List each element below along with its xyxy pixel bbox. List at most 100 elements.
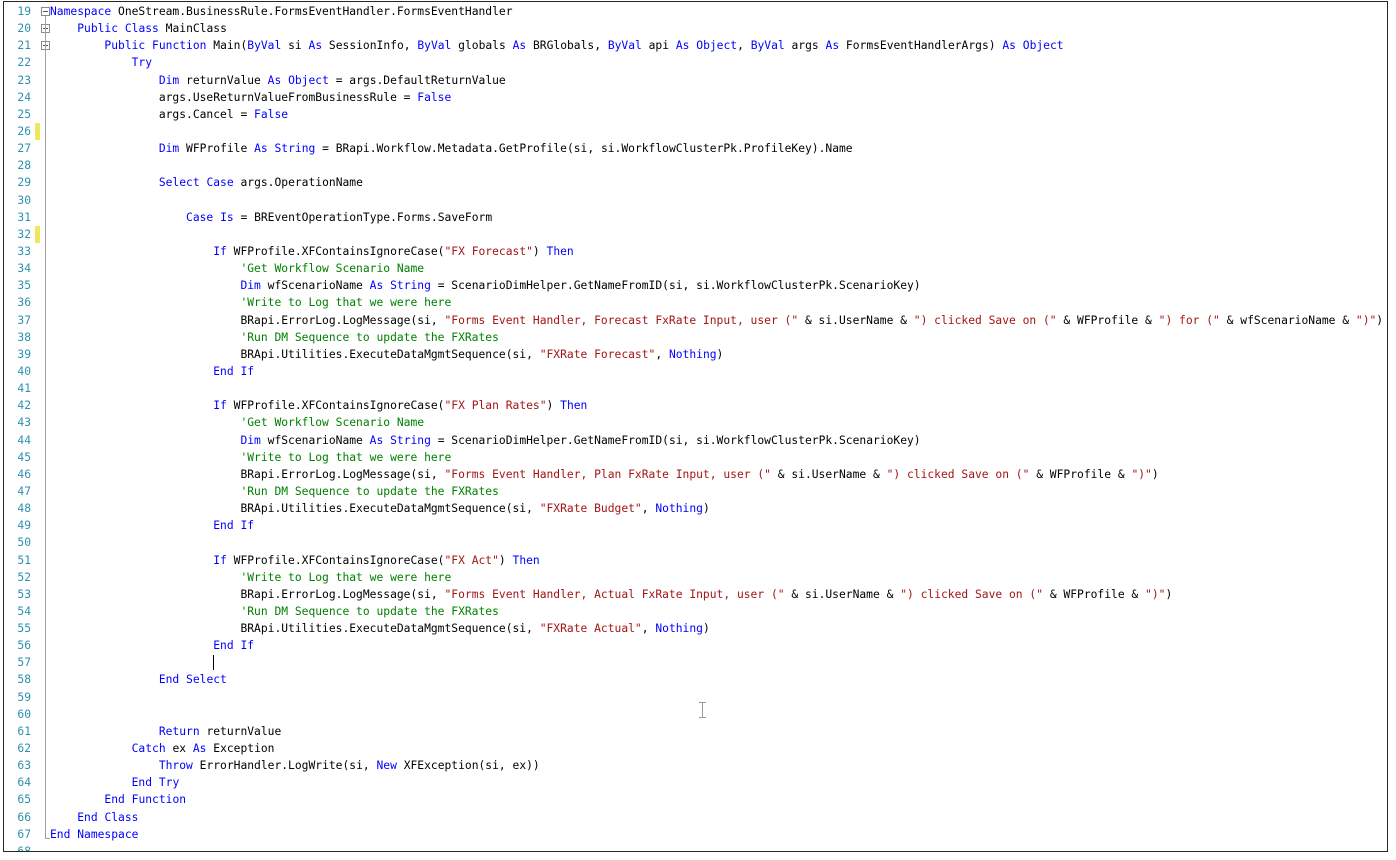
string-token: "FXRate Forecast" (539, 347, 656, 361)
line-number: 20 (17, 22, 31, 36)
code-line[interactable]: 20 Public Class MainClass (4, 20, 1387, 37)
code-line[interactable]: 21 Public Function Main(ByVal si As Sess… (4, 37, 1387, 54)
code-token: , (641, 502, 656, 516)
line-number: 45 (17, 450, 31, 464)
code-line[interactable]: 31 Case Is = BREventOperationType.Forms.… (4, 209, 1387, 226)
code-line[interactable]: 32 (4, 225, 1387, 243)
code-token: BRapi.ErrorLog.LogMessage(si, (240, 587, 445, 601)
line-number: 36 (17, 296, 31, 310)
code-line[interactable]: 33 If WFProfile.XFContainsIgnoreCase("FX… (4, 243, 1387, 260)
code-text: BRapi.ErrorLog.LogMessage(si, "Forms Eve… (50, 466, 1158, 483)
code-lines[interactable]: 19 Namespace OneStream.BusinessRule.Forms… (4, 3, 1387, 851)
code-line[interactable]: 44 Dim wfScenarioName As String = Scenar… (4, 432, 1387, 449)
code-text: 'Get Workflow Scenario Name (50, 260, 424, 277)
keyword-token: Then (546, 244, 574, 258)
code-line[interactable]: 26 (4, 122, 1387, 141)
code-line[interactable]: 42 If WFProfile.XFContainsIgnoreCase("FX… (4, 397, 1387, 414)
code-line[interactable]: 27 Dim WFProfile As String = BRapi.Workf… (4, 140, 1387, 157)
code-line[interactable]: 56 End If (4, 637, 1387, 654)
code-line[interactable]: 34 'Get Workflow Scenario Name (4, 260, 1387, 277)
code-line[interactable]: 23 Dim returnValue As Object = args.Defa… (4, 72, 1387, 89)
code-line[interactable]: 65 End Function (4, 791, 1387, 808)
code-line[interactable]: 40 End If (4, 363, 1387, 380)
code-line[interactable]: 37 BRapi.ErrorLog.LogMessage(si, "Forms … (4, 312, 1387, 329)
code-line[interactable]: 38 'Run DM Sequence to update the FXRate… (4, 329, 1387, 346)
code-text: Throw ErrorHandler.LogWrite(si, New XFEx… (50, 757, 540, 774)
code-text: BRapi.ErrorLog.LogMessage(si, "Forms Eve… (50, 586, 1172, 603)
code-line[interactable]: 25 args.Cancel = False (4, 106, 1387, 123)
code-line[interactable]: 60 (4, 706, 1387, 723)
code-line[interactable]: 43 'Get Workflow Scenario Name (4, 414, 1387, 431)
code-token: = ScenarioDimHelper.GetNameFromID(si, si… (430, 433, 921, 447)
code-line[interactable]: 51 If WFProfile.XFContainsIgnoreCase("FX… (4, 552, 1387, 569)
line-number: 26 (17, 124, 31, 138)
collapse-toggle-icon[interactable] (41, 7, 50, 16)
keyword-token: Catch (131, 742, 166, 756)
keyword-token: Nothing (655, 622, 703, 636)
code-line[interactable]: 24 args.UseReturnValueFromBusinessRule =… (4, 89, 1387, 106)
code-line[interactable]: 57 (4, 654, 1387, 671)
code-line[interactable]: 61 Return returnValue (4, 723, 1387, 740)
code-line[interactable]: 39 BRApi.Utilities.ExecuteDataMgmtSequen… (4, 346, 1387, 363)
code-line[interactable]: 45 'Write to Log that we were here (4, 449, 1387, 466)
line-number: 53 (17, 587, 31, 601)
code-line[interactable]: 54 'Run DM Sequence to update the FXRate… (4, 603, 1387, 620)
line-number: 42 (17, 399, 31, 413)
code-line[interactable]: 22 Try (4, 54, 1387, 71)
code-text: Namespace OneStream.BusinessRule.FormsEv… (50, 3, 513, 20)
code-line[interactable]: 66 End Class (4, 809, 1387, 826)
code-line[interactable]: 47 'Run DM Sequence to update the FXRate… (4, 483, 1387, 500)
keyword-token: Try (131, 56, 153, 70)
code-token: = args.DefaultReturnValue (328, 73, 506, 87)
code-line[interactable]: 41 (4, 380, 1387, 397)
code-line[interactable]: 62 Catch ex As Exception (4, 740, 1387, 757)
code-token: wfScenarioName (260, 433, 370, 447)
code-line[interactable]: 64 End Try (4, 774, 1387, 791)
string-token: "FX Plan Rates" (444, 399, 547, 413)
keyword-token: As (267, 73, 282, 87)
code-line[interactable]: 68 (4, 843, 1387, 851)
code-token: ) (1376, 313, 1384, 327)
keyword-token: If (213, 244, 227, 258)
code-line[interactable]: 53 BRapi.ErrorLog.LogMessage(si, "Forms … (4, 586, 1387, 603)
code-text: End If (50, 363, 254, 380)
code-text: End If (50, 637, 254, 654)
string-token: "FX Act" (444, 553, 499, 567)
keyword-token: As (369, 433, 384, 447)
line-number: 67 (17, 827, 31, 841)
keyword-token: If (240, 364, 255, 378)
keyword-token: As (369, 279, 384, 293)
code-line[interactable]: 50 (4, 534, 1387, 551)
code-line[interactable]: 29 Select Case args.OperationName (4, 174, 1387, 191)
keyword-token: As (308, 39, 323, 53)
code-line[interactable]: 59 (4, 689, 1387, 706)
code-line[interactable]: 19 Namespace OneStream.BusinessRule.Forms… (4, 3, 1387, 20)
code-token: ) (546, 399, 561, 413)
code-line[interactable]: 49 End If (4, 517, 1387, 534)
code-line[interactable]: 46 BRapi.ErrorLog.LogMessage(si, "Forms … (4, 466, 1387, 483)
code-line[interactable]: 28 (4, 157, 1387, 174)
code-line[interactable]: 67 End Namespace (4, 826, 1387, 843)
code-line[interactable]: 36 'Write to Log that we were here (4, 294, 1387, 311)
code-editor[interactable]: 19 Namespace OneStream.BusinessRule.Forms… (3, 1, 1388, 852)
code-line[interactable]: 58 End Select (4, 671, 1387, 688)
code-text: End Try (50, 774, 180, 791)
code-line[interactable]: 63 Throw ErrorHandler.LogWrite(si, New X… (4, 757, 1387, 774)
code-line[interactable]: 48 BRApi.Utilities.ExecuteDataMgmtSequen… (4, 500, 1387, 517)
line-number: 35 (17, 279, 31, 293)
code-line[interactable]: 52 'Write to Log that we were here (4, 569, 1387, 586)
code-token: wfScenarioName (260, 279, 370, 293)
keyword-token: Select (158, 176, 200, 190)
line-number: 62 (17, 742, 31, 756)
string-token: ") for (" (1158, 313, 1220, 327)
code-token: args.OperationName (233, 176, 363, 190)
keyword-token: False (417, 90, 452, 104)
keyword-token: As (825, 39, 840, 53)
code-line[interactable]: 30 (4, 192, 1387, 209)
code-text: Dim returnValue As Object = args.Default… (50, 72, 506, 89)
code-line[interactable]: 55 BRApi.Utilities.ExecuteDataMgmtSequen… (4, 620, 1387, 637)
keyword-token: If (240, 639, 255, 653)
code-line[interactable]: 35 Dim wfScenarioName As String = Scenar… (4, 277, 1387, 294)
code-text: End Namespace (50, 826, 138, 843)
